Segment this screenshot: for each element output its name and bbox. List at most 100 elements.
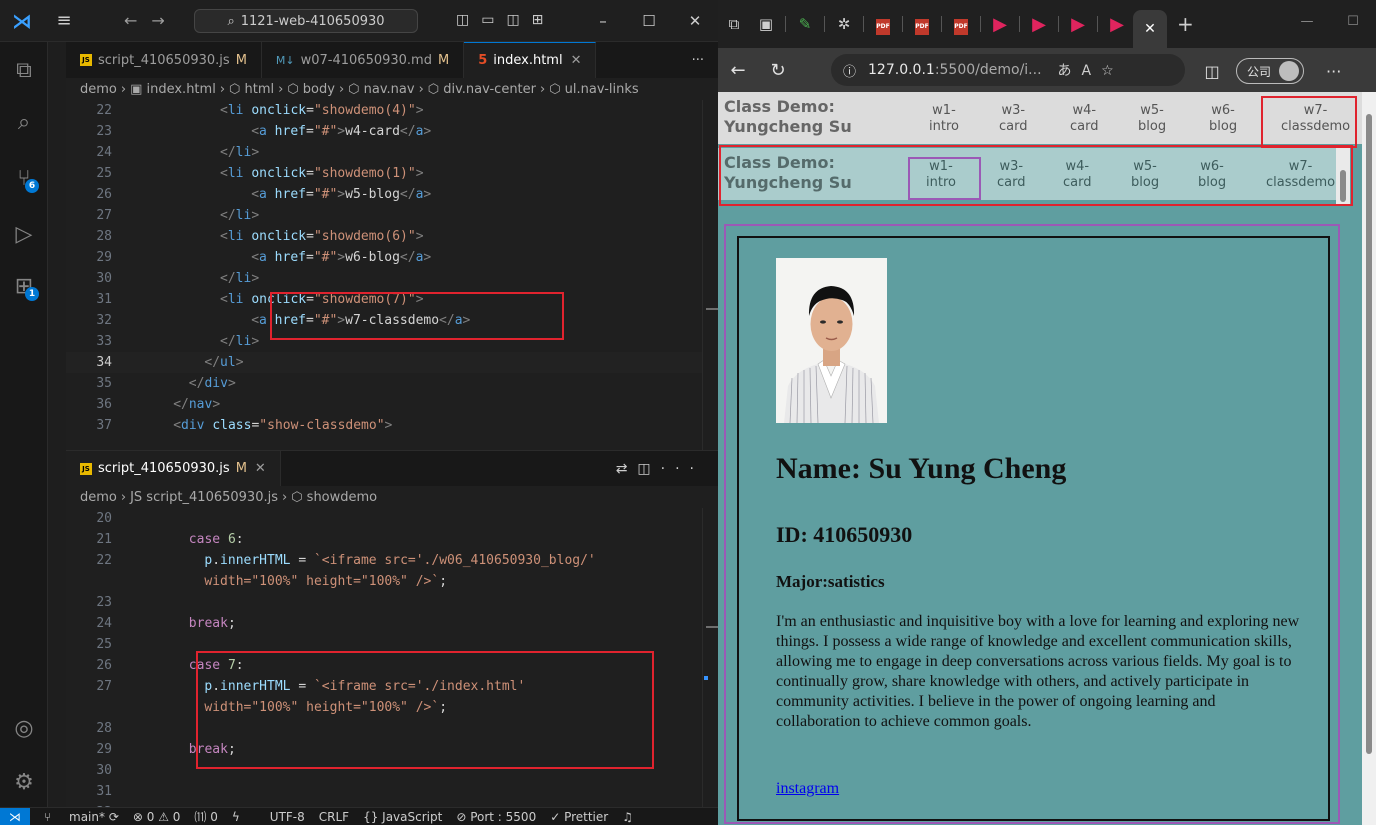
- close-tab-icon[interactable]: ✕: [255, 461, 266, 476]
- site-info-icon[interactable]: ⓘ: [843, 61, 856, 80]
- live-server-status[interactable]: ⊘ Port : 5500: [456, 810, 536, 824]
- breadcrumb-item[interactable]: ⬡ ul.nav-links: [549, 82, 638, 97]
- tab-w07-md[interactable]: M↓ w07-410650930.md M: [262, 42, 465, 78]
- code-line[interactable]: 31: [66, 781, 718, 802]
- workspaces-icon[interactable]: ⧉: [718, 15, 750, 33]
- search-icon[interactable]: ⌕: [0, 98, 48, 146]
- settings-menu-icon[interactable]: ···: [1326, 62, 1341, 81]
- page-scrollbar[interactable]: [1362, 92, 1376, 825]
- ports-status[interactable]: ⑾ 0: [194, 808, 217, 825]
- nav-link-w3card[interactable]: w3- card: [999, 103, 1027, 135]
- code-line[interactable]: 37 <div class="show-classdemo">: [66, 415, 718, 436]
- code-line[interactable]: 30 </li>: [66, 268, 718, 289]
- tab-favicon-play-icon[interactable]: ▶: [1023, 14, 1055, 35]
- maximize-button[interactable]: ☐: [1330, 0, 1376, 42]
- nav-link-w6blog[interactable]: w6- blog: [1209, 103, 1237, 135]
- breadcrumb-item[interactable]: ⬡ nav.nav: [348, 82, 414, 97]
- search-icon: ⌕: [227, 13, 235, 29]
- refresh-icon[interactable]: ↻: [758, 60, 798, 81]
- code-line[interactable]: 24 break;: [66, 613, 718, 634]
- profile-button[interactable]: 公司: [1236, 58, 1305, 84]
- split-screen-icon[interactable]: ◫: [1192, 62, 1232, 81]
- command-center-search[interactable]: ⌕ 1121-web-410650930: [194, 9, 418, 33]
- minimize-button[interactable]: –: [580, 0, 626, 42]
- breadcrumb-item[interactable]: ⬡ body: [287, 82, 335, 97]
- run-debug-icon[interactable]: ▷: [0, 210, 48, 258]
- maximize-button[interactable]: ☐: [626, 0, 672, 42]
- editor-scrollbar[interactable]: [702, 508, 718, 807]
- breadcrumb-item[interactable]: ⬡ html: [229, 82, 274, 97]
- code-line[interactable]: 22 <li onclick="showdemo(4)">: [66, 100, 718, 121]
- minimize-button[interactable]: —: [1284, 0, 1330, 42]
- notifications-bell-icon[interactable]: ♫: [622, 810, 633, 824]
- code-line[interactable]: width="100%" height="100%" />`;: [66, 571, 718, 592]
- code-line[interactable]: 27 </li>: [66, 205, 718, 226]
- close-button[interactable]: ✕: [672, 0, 718, 42]
- code-line[interactable]: 36 </nav>: [66, 394, 718, 415]
- tab-favicon-pdf-icon[interactable]: PDF: [906, 14, 938, 35]
- nav-link-w1intro[interactable]: w1- intro: [929, 103, 959, 135]
- tab-favicon-play-icon[interactable]: ▶: [984, 14, 1016, 35]
- editor-scrollbar[interactable]: [702, 100, 718, 450]
- encoding-status[interactable]: UTF-8: [270, 810, 305, 824]
- code-line[interactable]: 34 </ul>: [66, 352, 718, 373]
- menu-icon[interactable]: ≡: [44, 10, 84, 31]
- breadcrumb-item[interactable]: ▣ index.html: [130, 82, 216, 97]
- breadcrumb-item[interactable]: demo: [80, 490, 117, 505]
- code-line[interactable]: 24 </li>: [66, 142, 718, 163]
- bolt-icon[interactable]: ϟ: [232, 810, 240, 824]
- line-number: 20: [96, 511, 112, 526]
- code-line[interactable]: 22 p.innerHTML = `<iframe src='./w06_4106…: [66, 550, 718, 571]
- tab-favicon-gear-icon[interactable]: ✲: [828, 15, 860, 33]
- tab-favicon-pen-icon[interactable]: ✎: [789, 15, 821, 33]
- nav-arrows[interactable]: ←→: [124, 11, 179, 30]
- code-line[interactable]: 23: [66, 592, 718, 613]
- tab-favicon-play-icon[interactable]: ▶: [1062, 14, 1094, 35]
- code-line[interactable]: 23 <a href="#">w4-card</a>: [66, 121, 718, 142]
- scrollbar-thumb[interactable]: [1366, 114, 1372, 754]
- new-tab-icon[interactable]: +: [1177, 12, 1194, 36]
- breadcrumb-item[interactable]: ⬡ div.nav-center: [428, 82, 536, 97]
- tab-index-html[interactable]: 5 index.html ✕: [464, 42, 597, 78]
- code-line[interactable]: 26 <a href="#">w5-blog</a>: [66, 184, 718, 205]
- remote-icon[interactable]: ⋊: [0, 808, 30, 825]
- nav-link-w4card[interactable]: w4- card: [1070, 103, 1098, 135]
- explorer-icon[interactable]: ⧉: [0, 46, 48, 94]
- code-line[interactable]: 35 </div>: [66, 373, 718, 394]
- instagram-link[interactable]: instagram: [776, 780, 839, 798]
- code-line[interactable]: 28 <li onclick="showdemo(6)">: [66, 226, 718, 247]
- source-control-icon[interactable]: ⑂ 6: [0, 154, 48, 202]
- tab-script-js[interactable]: JS script_410650930.js M: [66, 42, 262, 78]
- address-bar-actions[interactable]: あA☆: [1058, 60, 1124, 80]
- close-tab-icon[interactable]: ✕: [571, 53, 582, 68]
- code-line[interactable]: 20: [66, 508, 718, 529]
- nav-link-w5blog[interactable]: w5- blog: [1138, 103, 1166, 135]
- code-line[interactable]: 21 case 6:: [66, 529, 718, 550]
- code-line[interactable]: 29 <a href="#">w6-blog</a>: [66, 247, 718, 268]
- breadcrumb-separator-icon: ›: [540, 81, 546, 97]
- prettier-status[interactable]: ✓ Prettier: [550, 810, 608, 824]
- address-bar[interactable]: ⓘ 127.0.0.1:5500/demo/i... あA☆: [831, 54, 1185, 86]
- tab-favicon-pdf-icon[interactable]: PDF: [945, 14, 977, 35]
- pane2-actions[interactable]: ⇄◫···: [616, 461, 718, 477]
- problems-status[interactable]: ⊗ 0 ⚠ 0: [133, 810, 181, 824]
- tab-favicon-pdf-icon[interactable]: PDF: [867, 14, 899, 35]
- eol-status[interactable]: CRLF: [319, 810, 349, 824]
- branch-status[interactable]: ⑂ main* ⟳: [44, 810, 119, 824]
- breadcrumb-item[interactable]: demo: [80, 82, 117, 97]
- account-icon[interactable]: ◎: [0, 704, 48, 752]
- code-editor-index-html[interactable]: 22 <li onclick="showdemo(4)"> 23 <a href="#…: [66, 100, 718, 450]
- layout-toggle-icons[interactable]: ◫▭◫⊞: [456, 12, 555, 28]
- settings-gear-icon[interactable]: ⚙: [0, 758, 48, 806]
- language-status[interactable]: {} JavaScript: [363, 810, 442, 824]
- back-icon[interactable]: ←: [718, 60, 758, 81]
- tab-favicon-play-icon[interactable]: ▶: [1101, 14, 1133, 35]
- more-actions-icon[interactable]: ···: [678, 42, 718, 78]
- breadcrumb-item[interactable]: ⬡ showdemo: [291, 490, 377, 505]
- tab-script-js-pane2[interactable]: JS script_410650930.js M ✕: [66, 450, 281, 487]
- tab-actions-icon[interactable]: ▣: [750, 15, 782, 33]
- breadcrumb-item[interactable]: JS script_410650930.js: [130, 490, 278, 505]
- active-tab-close-icon[interactable]: ✕: [1133, 10, 1167, 48]
- extensions-icon[interactable]: ⊞ 1: [0, 262, 48, 310]
- code-line[interactable]: 25 <li onclick="showdemo(1)">: [66, 163, 718, 184]
